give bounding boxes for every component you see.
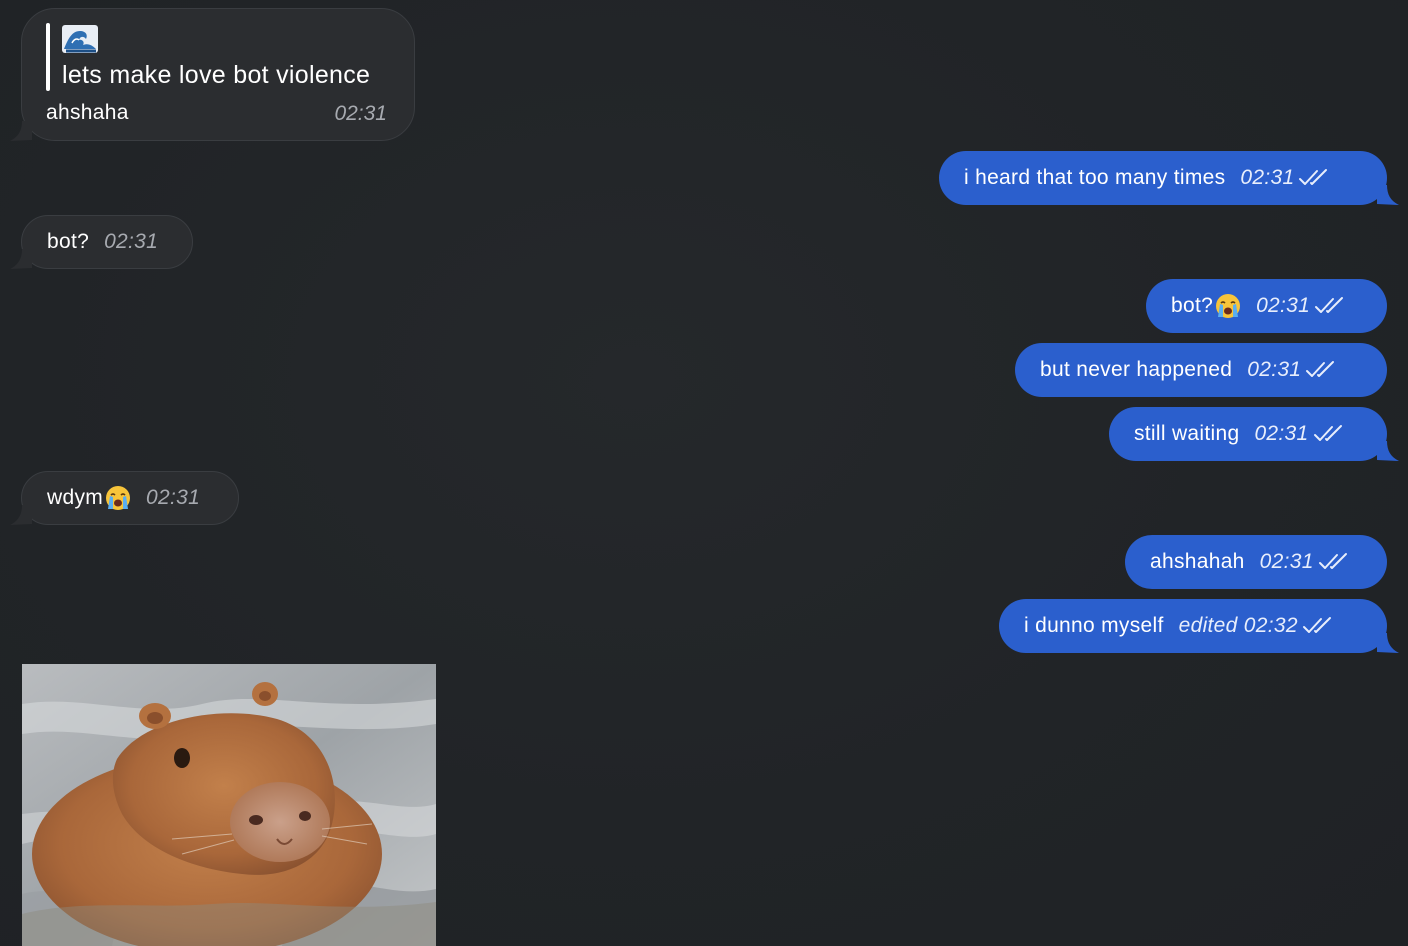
message-time: 02:31 <box>146 486 201 509</box>
bubble-tail <box>1377 185 1399 205</box>
message-text: i dunno myself <box>1024 614 1164 637</box>
quote-text: lets make love bot violence <box>62 61 371 89</box>
message-time: edited 02:32 <box>1178 614 1298 637</box>
chat-window: lets make love bot violence ahshaha 02:3… <box>0 0 1408 946</box>
message-time: 02:31 <box>1259 550 1314 573</box>
message-text: bot? <box>1171 294 1214 317</box>
message-time: 02:31 <box>1256 294 1311 317</box>
bubble-tail <box>10 121 32 141</box>
message-time: 02:31 <box>1254 422 1309 445</box>
bubble-tail <box>10 249 32 269</box>
outgoing-message-bubble[interactable]: bot? 02:31 <box>1146 279 1387 333</box>
outgoing-message-bubble[interactable]: i dunno myself edited 02:32 <box>999 599 1387 653</box>
message-time: 02:31 <box>1240 166 1295 189</box>
outgoing-message-bubble[interactable]: but never happened 02:31 <box>1015 343 1387 397</box>
outgoing-message-bubble[interactable]: ahshahah 02:31 <box>1125 535 1387 589</box>
capybara-photo[interactable] <box>22 664 436 946</box>
quote-message-bubble[interactable]: lets make love bot violence ahshaha 02:3… <box>21 8 415 141</box>
loudly-crying-face-icon <box>106 486 131 510</box>
bubble-tail <box>1377 441 1399 461</box>
outgoing-message-bubble[interactable]: i heard that too many times 02:31 <box>939 151 1387 205</box>
bubble-tail <box>1377 633 1399 653</box>
water-wave-icon <box>62 25 98 53</box>
message-text: bot? <box>47 230 90 253</box>
quote-sender-name: ahshaha <box>46 101 129 124</box>
incoming-message-bubble[interactable]: wdym 02:31 <box>21 471 239 525</box>
message-text: but never happened <box>1040 358 1233 381</box>
double-check-icon <box>1306 361 1335 377</box>
bubble-tail <box>10 505 32 525</box>
message-text: ahshahah <box>1150 550 1245 573</box>
quote-bar <box>46 23 50 91</box>
message-time: 02:31 <box>104 230 159 253</box>
message-time: 02:31 <box>1247 358 1302 381</box>
loudly-crying-face-icon <box>1216 294 1241 318</box>
double-check-icon <box>1313 425 1342 441</box>
double-check-icon <box>1299 169 1328 185</box>
outgoing-message-bubble[interactable]: still waiting 02:31 <box>1109 407 1387 461</box>
incoming-message-bubble[interactable]: bot? 02:31 <box>21 215 193 269</box>
message-time: 02:31 <box>334 102 387 125</box>
capybara-image <box>22 664 436 946</box>
message-text: wdym <box>47 486 104 509</box>
double-check-icon <box>1315 297 1344 313</box>
double-check-icon <box>1302 617 1331 633</box>
message-text: still waiting <box>1134 422 1240 445</box>
double-check-icon <box>1318 553 1347 569</box>
message-text: i heard that too many times <box>964 166 1226 189</box>
